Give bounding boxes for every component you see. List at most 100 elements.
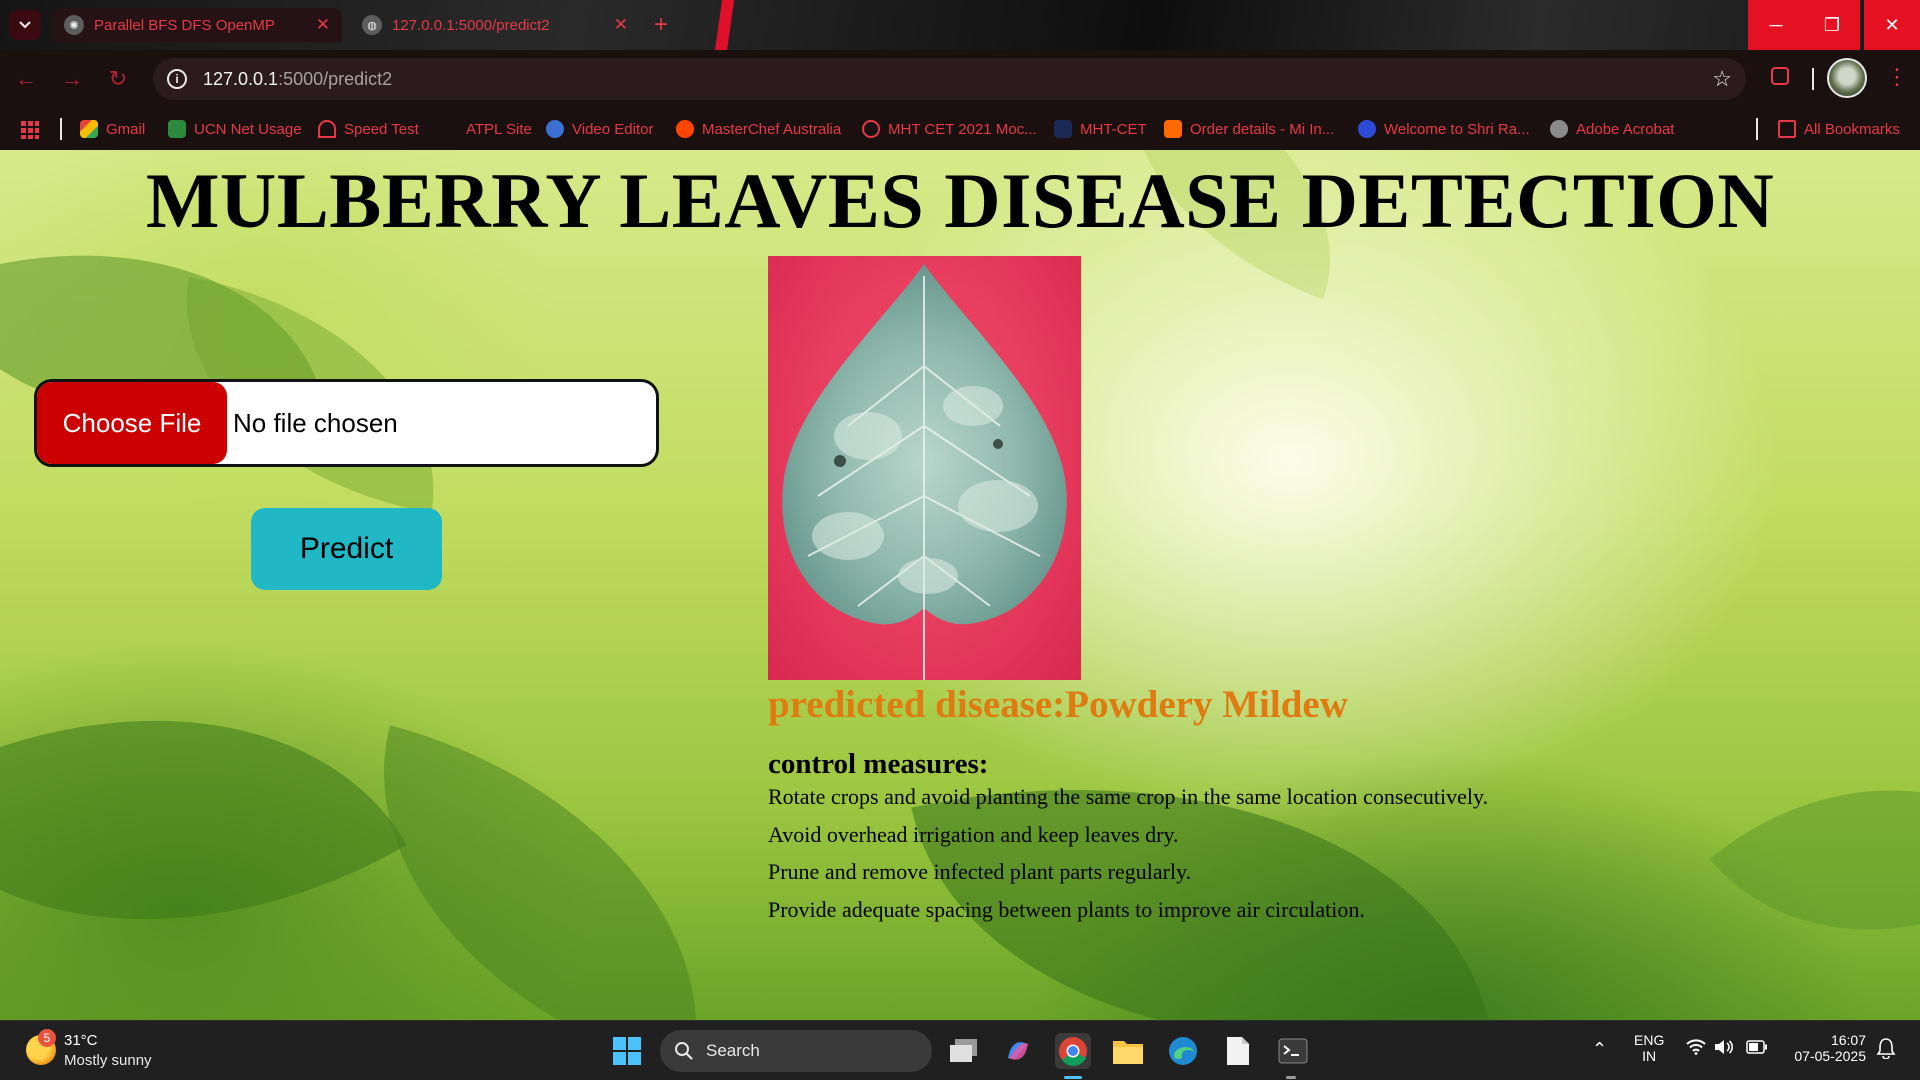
new-tab-button[interactable]: +: [646, 12, 676, 40]
tab-parallel-bfs[interactable]: ✺ Parallel BFS DFS OpenMP ✕: [52, 8, 342, 42]
language-indicator[interactable]: ENG IN: [1634, 1032, 1664, 1064]
control-measure-item: Rotate crops and avoid planting the same…: [768, 784, 1489, 809]
file-status-text: No file chosen: [233, 407, 398, 438]
mulberry-leaf-picture: [782, 264, 1067, 680]
apps-grid-icon[interactable]: [20, 120, 40, 140]
url-text[interactable]: 127.0.0.1:5000/predict2: [203, 69, 392, 90]
toolbar-divider: [1812, 68, 1814, 90]
forward-arrow-icon[interactable]: →: [58, 65, 86, 93]
running-app-indicator: [1286, 1076, 1296, 1079]
minimize-button[interactable]: ─: [1748, 0, 1804, 50]
extensions-icon[interactable]: [1770, 66, 1790, 92]
all-bookmarks[interactable]: All Bookmarks: [1778, 120, 1900, 138]
tab-search-button[interactable]: [9, 10, 41, 40]
weather-badge: 5: [38, 1029, 56, 1047]
bookmark-label: ATPL Site: [466, 120, 532, 138]
control-measure-item: Provide adequate spacing between plants …: [768, 896, 1365, 922]
battery-icon[interactable]: [1746, 1040, 1768, 1057]
wifi-icon[interactable]: [1686, 1039, 1706, 1060]
background-leaf: [1709, 692, 1920, 1020]
control-measure-item: Prune and remove infected plant parts re…: [768, 859, 1192, 884]
bookmark-label: Video Editor: [572, 120, 654, 138]
active-app-indicator: [1064, 1076, 1082, 1079]
speedometer-icon: [318, 120, 336, 138]
reload-icon[interactable]: ↻: [104, 65, 132, 93]
openai-icon: ✺: [64, 15, 84, 35]
chevron-down-icon: [19, 21, 31, 29]
result-label: predicted disease:: [768, 683, 1066, 726]
copilot-icon[interactable]: [1000, 1033, 1036, 1069]
chrome-icon[interactable]: [1055, 1033, 1091, 1069]
video-editor-icon: [546, 120, 564, 138]
bookmark-label: Adobe Acrobat: [1576, 120, 1675, 138]
bookmarks-divider: [1756, 118, 1758, 140]
region-code: IN: [1642, 1048, 1657, 1064]
restore-button[interactable]: ❐: [1804, 0, 1860, 50]
bookmark-shri-ram[interactable]: Welcome to Shri Ra...: [1358, 120, 1530, 138]
bookmark-atpl-site[interactable]: ATPL Site: [440, 120, 532, 138]
predict-button[interactable]: Predict: [251, 508, 442, 590]
bookmark-label: Speed Test: [344, 120, 419, 138]
bookmark-speed-test[interactable]: Speed Test: [318, 120, 419, 138]
url-path: :5000/predict2: [278, 68, 393, 89]
bookmark-ucn-net-usage[interactable]: UCN Net Usage: [168, 120, 302, 138]
task-view-icon[interactable]: [946, 1033, 982, 1069]
bookmark-adobe-acrobat[interactable]: Adobe Acrobat: [1550, 120, 1674, 138]
mht-cet-icon: [1054, 120, 1072, 138]
background-leaf: [322, 725, 758, 1020]
atpl-icon: [440, 120, 458, 138]
start-windows-icon[interactable]: [609, 1033, 645, 1069]
control-measures-heading: control measures:: [768, 748, 989, 780]
show-hidden-icons-chevron-up-icon[interactable]: ⌃: [1592, 1039, 1607, 1060]
search-icon: [675, 1042, 693, 1060]
tab-title: Parallel BFS DFS OpenMP: [94, 16, 275, 34]
bookmark-label: Gmail: [106, 120, 146, 138]
search-label: Search: [706, 1041, 760, 1060]
terminal-icon[interactable]: [1275, 1033, 1311, 1069]
windows-taskbar: 5 31°C Mostly sunny Search ⌃ ENG IN 16:0…: [0, 1020, 1920, 1080]
file-explorer-icon[interactable]: [1110, 1033, 1146, 1069]
site-info-icon[interactable]: i: [167, 69, 187, 89]
mi-icon: [1164, 120, 1182, 138]
folder-icon: [1778, 120, 1796, 138]
notepad-icon[interactable]: [1220, 1033, 1256, 1069]
uploaded-leaf-image: [768, 256, 1081, 680]
clock[interactable]: 16:07 07-05-2025: [1786, 1032, 1866, 1064]
globe-icon: [1550, 120, 1568, 138]
close-window-button[interactable]: ✕: [1864, 0, 1920, 50]
bookmark-star-icon[interactable]: ☆: [1712, 66, 1732, 92]
notifications-bell-icon[interactable]: [1876, 1037, 1896, 1062]
tab-title: 127.0.0.1:5000/predict2: [392, 16, 550, 34]
menu-kebab-icon[interactable]: ⋮: [1886, 64, 1908, 90]
bookmark-label: UCN Net Usage: [194, 120, 302, 138]
weather-condition[interactable]: Mostly sunny: [64, 1052, 152, 1069]
volume-icon[interactable]: [1714, 1039, 1734, 1058]
background-leaf: [0, 585, 407, 1020]
profile-avatar[interactable]: [1827, 58, 1867, 98]
control-measure-item: Avoid overhead irrigation and keep leave…: [768, 821, 1179, 847]
bookmark-video-editor[interactable]: Video Editor: [546, 120, 653, 138]
taskbar-search[interactable]: Search: [660, 1030, 932, 1072]
back-arrow-icon[interactable]: ←: [12, 65, 40, 93]
control-measures-list: Rotate crops and avoid planting the same…: [768, 782, 1488, 932]
snowflake-icon: [1358, 120, 1376, 138]
bookmark-masterchef[interactable]: MasterChef Australia: [676, 120, 841, 138]
edge-icon[interactable]: [1165, 1033, 1201, 1069]
choose-file-button[interactable]: Choose File: [37, 382, 227, 464]
bookmark-gmail[interactable]: Gmail: [80, 120, 145, 138]
bookmark-label: MasterChef Australia: [702, 120, 842, 138]
file-upload-input[interactable]: Choose File No file chosen: [34, 379, 659, 467]
address-bar[interactable]: i 127.0.0.1:5000/predict2 ☆: [153, 58, 1746, 100]
language-code: ENG: [1634, 1032, 1665, 1048]
clock-date: 07-05-2025: [1794, 1048, 1866, 1064]
close-tab-icon[interactable]: ✕: [614, 15, 628, 35]
bookmark-mht-cet-mock[interactable]: MHT CET 2021 Moc...: [862, 120, 1037, 138]
globe-icon: [862, 120, 880, 138]
bookmark-order-details[interactable]: Order details - Mi In...: [1164, 120, 1334, 138]
clock-time: 16:07: [1830, 1032, 1866, 1048]
weather-temperature[interactable]: 31°C: [64, 1032, 98, 1049]
bookmark-mht-cet[interactable]: MHT-CET: [1054, 120, 1147, 138]
close-tab-icon[interactable]: ✕: [316, 15, 330, 35]
bookmark-label: Order details - Mi In...: [1190, 120, 1335, 138]
tab-predict2[interactable]: ◍ 127.0.0.1:5000/predict2 ✕: [350, 8, 640, 42]
